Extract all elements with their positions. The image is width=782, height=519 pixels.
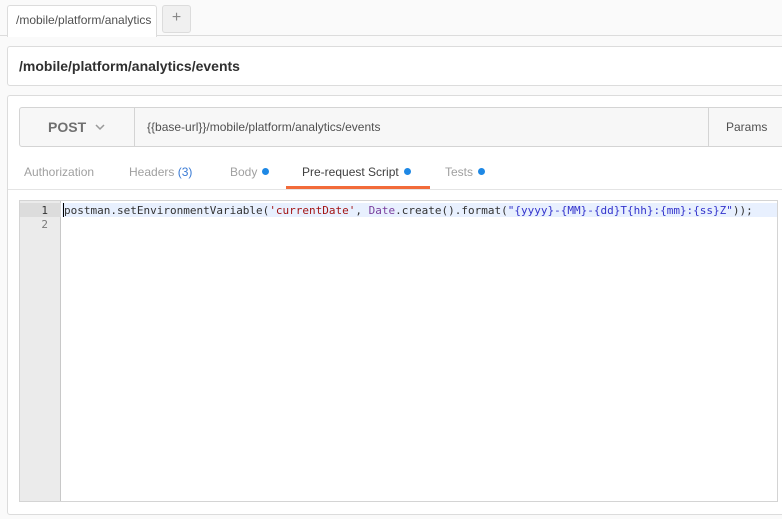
status-dot <box>262 168 270 175</box>
code-separator: , <box>355 204 369 217</box>
chevron-down-icon <box>95 124 105 131</box>
active-tab-indicator <box>286 186 430 189</box>
tab-headers[interactable]: Headers (3) <box>129 154 192 190</box>
code-method: .create().format( <box>395 204 508 217</box>
status-dot <box>478 168 486 175</box>
tab-pre-request-script[interactable]: Pre-request Script <box>302 154 411 190</box>
new-tab-button[interactable]: + <box>162 5 191 33</box>
request-tabs: Authorization Headers (3) Body Pre-reque… <box>8 154 782 190</box>
url-row: POST {{base-url}}/mobile/platform/analyt… <box>19 107 782 147</box>
request-panel: POST {{base-url}}/mobile/platform/analyt… <box>7 95 782 515</box>
code-class: Date <box>368 204 396 217</box>
line-number: 2 <box>41 218 48 231</box>
request-tab-bar: /mobile/platform/analytics + <box>0 0 782 37</box>
text-cursor <box>63 203 64 217</box>
tab-label: Pre-request Script <box>302 165 399 179</box>
tab-body[interactable]: Body <box>230 154 270 190</box>
code-end: )); <box>732 204 753 217</box>
script-editor[interactable]: 1 2 postman.setEnvironmentVariable('curr… <box>19 200 778 502</box>
url-input[interactable]: {{base-url}}/mobile/platform/analytics/e… <box>136 108 709 146</box>
tab-label: Tests <box>445 165 474 179</box>
code-object: postman <box>64 204 111 217</box>
code-line[interactable]: postman.setEnvironmentVariable('currentD… <box>64 204 753 217</box>
code-method: .setEnvironmentVariable( <box>110 204 270 217</box>
tab-tests[interactable]: Tests <box>445 154 486 190</box>
tab-label: Authorization <box>24 165 95 179</box>
request-tab[interactable]: /mobile/platform/analytics <box>7 5 157 37</box>
tab-authorization[interactable]: Authorization <box>24 154 94 190</box>
method-select[interactable]: POST <box>20 108 135 146</box>
tab-label: Body <box>230 165 258 179</box>
tab-label: Headers <box>129 165 175 179</box>
params-button[interactable]: Params <box>708 108 782 146</box>
method-label: POST <box>48 119 87 135</box>
status-dot <box>403 168 411 175</box>
line-gutter: 1 2 <box>20 201 61 501</box>
code-string: "{yyyy}-{MM}-{dd}T{hh}:{mm}:{ss}Z" <box>507 204 733 217</box>
code-string: 'currentDate' <box>269 204 356 217</box>
line-number: 1 <box>41 204 48 217</box>
headers-count: (3) <box>177 165 193 179</box>
request-name: /mobile/platform/analytics/events <box>7 46 782 86</box>
